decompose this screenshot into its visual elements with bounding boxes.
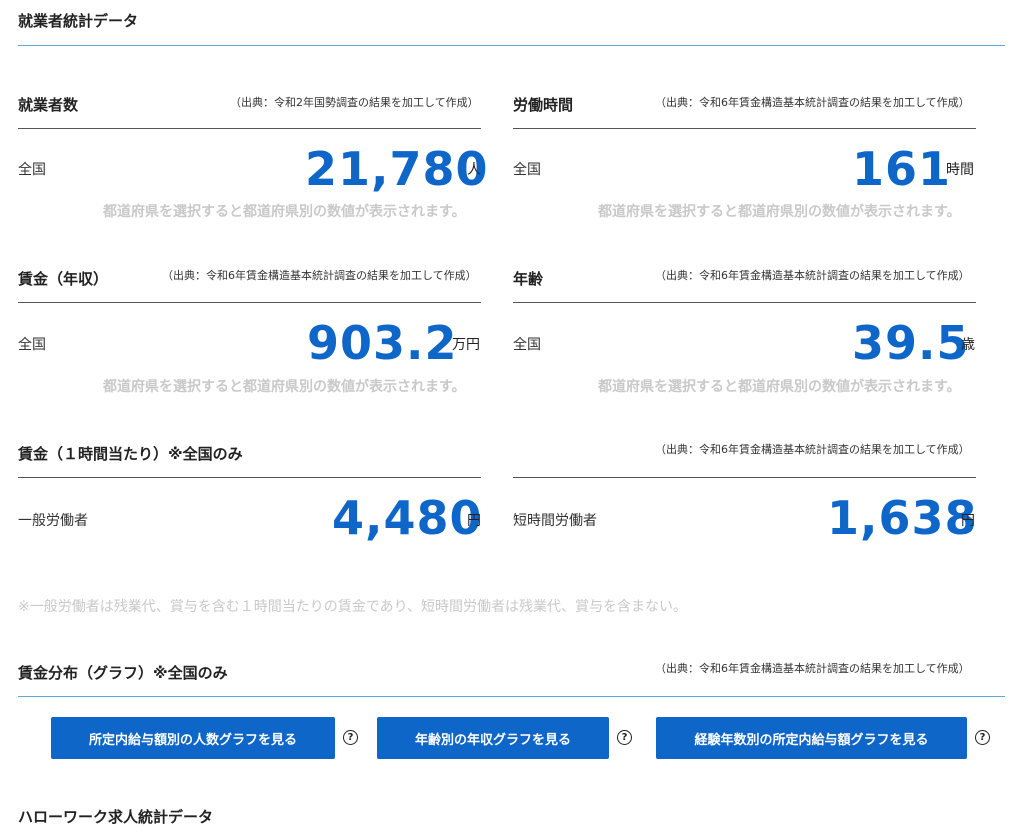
workers-divider — [18, 128, 481, 129]
hours-value: 161 — [852, 142, 952, 196]
hellowork-section-title: ハローワーク求人統計データ — [18, 808, 214, 826]
age-value: 39.5 — [852, 316, 970, 370]
hourly-divider-left — [18, 477, 481, 478]
workers-hint: 都道府県を選択すると都道府県別の数値が表示されます。 — [103, 204, 466, 220]
income-source: （出典：令和6年賃金構造基本統計調査の結果を加工して作成） — [162, 269, 477, 282]
workers-unit: 人 — [467, 162, 481, 178]
income-hint: 都道府県を選択すると都道府県別の数値が表示されます。 — [103, 379, 466, 395]
hourly-part-unit: 円 — [961, 513, 975, 529]
hours-source: （出典：令和6年賃金構造基本統計調査の結果を加工して作成） — [655, 96, 970, 109]
workers-value: 21,780 — [305, 142, 489, 196]
hourly-part-label: 短時間労働者 — [513, 513, 597, 529]
hourly-general-label: 一般労働者 — [18, 513, 88, 529]
age-region: 全国 — [513, 337, 541, 353]
distribution-source: （出典：令和6年賃金構造基本統計調査の結果を加工して作成） — [655, 662, 970, 675]
age-unit: 歳 — [961, 337, 975, 353]
age-divider — [513, 302, 976, 303]
workers-source: （出典：令和2年国勢調査の結果を加工して作成） — [230, 96, 479, 109]
age-hint: 都道府県を選択すると都道府県別の数値が表示されます。 — [598, 379, 961, 395]
salary-headcount-graph-button[interactable]: 所定内給与額別の人数グラフを見る — [51, 717, 335, 759]
hours-title: 労働時間 — [513, 96, 574, 114]
hours-hint: 都道府県を選択すると都道府県別の数値が表示されます。 — [598, 204, 961, 220]
hours-unit: 時間 — [946, 162, 974, 178]
hours-divider — [513, 128, 976, 129]
hourly-divider-right — [513, 477, 976, 478]
income-value: 903.2 — [307, 316, 458, 370]
income-region: 全国 — [18, 337, 46, 353]
hours-region: 全国 — [513, 162, 541, 178]
age-title: 年齢 — [513, 270, 544, 288]
age-income-graph-button[interactable]: 年齢別の年収グラフを見る — [377, 717, 609, 759]
income-unit: 万円 — [452, 337, 480, 353]
hourly-title: 賃金（１時間当たり）※全国のみ — [18, 445, 243, 463]
hourly-general-value: 4,480 — [332, 491, 483, 545]
experience-salary-graph-button[interactable]: 経験年数別の所定内給与額グラフを見る — [656, 717, 967, 759]
workers-region: 全国 — [18, 162, 46, 178]
distribution-title: 賃金分布（グラフ）※全国のみ — [18, 664, 228, 682]
income-divider — [18, 302, 481, 303]
income-title: 賃金（年収） — [18, 270, 109, 288]
distribution-divider — [18, 696, 1005, 697]
age-source: （出典：令和6年賃金構造基本統計調査の結果を加工して作成） — [655, 269, 970, 282]
page-title: 就業者統計データ — [18, 12, 139, 30]
help-icon[interactable]: ? — [975, 730, 990, 745]
hourly-source: （出典：令和6年賃金構造基本統計調査の結果を加工して作成） — [655, 443, 970, 456]
hourly-part-value: 1,638 — [827, 491, 978, 545]
help-icon[interactable]: ? — [343, 730, 358, 745]
hourly-general-unit: 円 — [467, 513, 481, 529]
hourly-note: ※一般労働者は残業代、賞与を含む１時間当たりの賃金であり、短時間労働者は残業代、… — [18, 599, 688, 615]
workers-title: 就業者数 — [18, 96, 79, 114]
header-divider — [18, 45, 1005, 46]
help-icon[interactable]: ? — [617, 730, 632, 745]
